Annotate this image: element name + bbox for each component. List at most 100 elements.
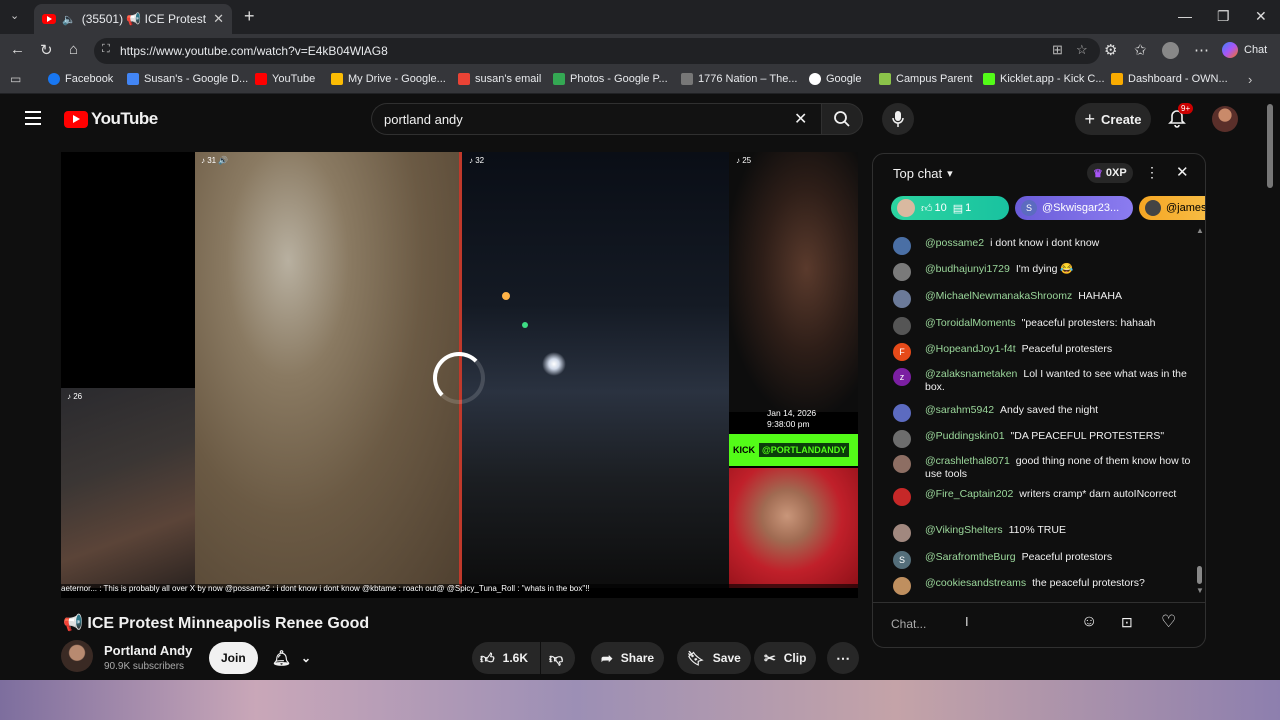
chat-author[interactable]: @VikingShelters xyxy=(925,524,1003,542)
copilot-chat-button[interactable]: Chat xyxy=(1222,42,1267,58)
video-panel-night-street xyxy=(462,152,729,588)
home-icon[interactable]: ⌂ xyxy=(69,41,78,58)
scroll-thumb[interactable] xyxy=(1197,566,1202,584)
search-input[interactable]: portland andy ✕ xyxy=(371,103,821,135)
chat-author[interactable]: @zalaksnametaken xyxy=(925,368,1017,380)
channel-avatar[interactable] xyxy=(61,640,93,672)
audio-speaker-icon[interactable]: 🔈 xyxy=(62,13,76,26)
account-avatar[interactable] xyxy=(1212,106,1238,132)
share-button[interactable]: ➦ Share xyxy=(591,642,665,674)
window-close-icon[interactable]: ✕ xyxy=(1255,8,1267,25)
more-actions-button[interactable]: ⋯ xyxy=(827,642,859,674)
favorite-star-icon[interactable]: ☆ xyxy=(1076,42,1088,58)
street-light xyxy=(522,322,528,328)
bookmark-item[interactable]: Google xyxy=(809,73,861,85)
new-tab-icon[interactable]: + xyxy=(244,6,255,27)
browser-tab-active[interactable]: 🔈 (35501) 📢 ICE Protest Minnea ✕ xyxy=(34,4,232,34)
chat-author[interactable]: @crashlethal8071 xyxy=(925,455,1010,467)
bookmarks-overflow-chevron-icon[interactable]: › xyxy=(1248,72,1252,87)
create-button[interactable]: + Create xyxy=(1075,103,1151,135)
chat-author[interactable]: @HopeandJoy1-f4t xyxy=(925,343,1016,361)
bookmark-item[interactable]: susan's email xyxy=(458,73,541,85)
chat-author[interactable]: @ToroidalMoments xyxy=(925,317,1016,335)
thumbs-up-icon: 👍︎ xyxy=(921,202,933,215)
page-scrollbar[interactable] xyxy=(1266,96,1274,678)
bookmark-item[interactable]: Kicklet.app - Kick C... xyxy=(983,73,1105,85)
reload-icon[interactable]: ↻ xyxy=(40,41,53,59)
notifications-button[interactable]: 9+ xyxy=(1168,103,1194,129)
pinned-chip[interactable]: @james xyxy=(1139,196,1205,220)
chat-author[interactable]: @budhajunyi1729 xyxy=(925,263,1010,281)
minimize-icon[interactable]: — xyxy=(1178,8,1192,24)
youtube-logo[interactable]: YouTube xyxy=(64,109,158,129)
chat-author[interactable]: @MichaelNewmanakaShroomz xyxy=(925,290,1072,308)
scroll-up-icon[interactable]: ▲ xyxy=(1196,226,1204,235)
chat-author[interactable]: @Fire_Captain202 xyxy=(925,488,1013,500)
reading-list-icon[interactable]: ▭ xyxy=(10,72,21,86)
emoji-icon[interactable]: ☺ xyxy=(1081,613,1097,631)
bookmark-item[interactable]: Dashboard - OWN... xyxy=(1111,73,1228,85)
video-player[interactable]: Jan 14, 2026 9:38:00 pm KICK @PORTLANDAN… xyxy=(61,152,858,598)
join-button[interactable]: Join xyxy=(209,642,258,674)
chat-message: @Fire_Captain202 writers cramp* darn auto… xyxy=(893,488,1193,506)
subscribe-notifications-button[interactable]: 🔔︎ ⌄ xyxy=(266,642,317,674)
scroll-down-icon[interactable]: ▼ xyxy=(1196,586,1204,595)
address-bar[interactable]: ⛶ https://www.youtube.com/watch?v=E4kB04… xyxy=(94,38,1100,64)
voice-search-button[interactable] xyxy=(882,103,914,135)
chat-author[interactable]: @Puddingskin01 xyxy=(925,430,1005,448)
google-photos-icon xyxy=(553,73,565,85)
save-button[interactable]: 🔖︎ Save xyxy=(677,642,751,674)
facebook-icon xyxy=(48,73,60,85)
create-label: Create xyxy=(1101,111,1142,127)
tiktok-count-value: 31 xyxy=(207,156,217,165)
tab-close-icon[interactable]: ✕ xyxy=(213,11,224,27)
hamburger-menu-icon[interactable] xyxy=(25,111,41,125)
chat-input-divider xyxy=(873,602,1205,603)
chat-mode-dropdown[interactable]: Top chat ▾ xyxy=(893,166,953,181)
extensions-icon[interactable]: ⚙ xyxy=(1104,41,1117,59)
bookmark-label: susan's email xyxy=(475,73,542,85)
user-avatar xyxy=(893,237,911,255)
chat-author[interactable]: @possame2 xyxy=(925,237,984,255)
bookmark-item[interactable]: Campus Parent xyxy=(879,73,972,85)
pinned-chip[interactable]: 👍︎ 10 ▤ 1 xyxy=(891,196,1009,220)
clear-search-icon[interactable]: ✕ xyxy=(794,109,807,129)
channel-name[interactable]: Portland Andy xyxy=(104,643,192,658)
xp-badge[interactable]: ♛ 0XP xyxy=(1087,163,1133,183)
browser-tab-bar: ⌄ 🔈 (35501) 📢 ICE Protest Minnea ✕ + — ❐… xyxy=(0,0,1280,34)
maximize-icon[interactable]: ❐ xyxy=(1217,8,1230,25)
clip-button[interactable]: ✂ Clip xyxy=(754,642,817,674)
site-info-icon[interactable]: ⛶ xyxy=(102,43,110,56)
bookmark-item[interactable]: Photos - Google P... xyxy=(553,73,668,85)
thumbs-down-icon: 👎︎ xyxy=(549,649,564,666)
bookmark-item[interactable]: Susan's - Google D... xyxy=(127,73,248,85)
bookmark-item[interactable]: My Drive - Google... xyxy=(331,73,446,85)
heart-icon[interactable]: ♡ xyxy=(1161,612,1176,632)
user-avatar xyxy=(893,524,911,542)
super-chat-icon[interactable]: ⊡ xyxy=(1121,614,1133,631)
chat-more-icon[interactable]: ⋮ xyxy=(1145,164,1159,181)
more-menu-icon[interactable]: ⋯ xyxy=(1194,41,1209,59)
user-avatar xyxy=(893,488,911,506)
chat-ticker: aeternor... : This is probably all over … xyxy=(61,584,858,598)
chat-author[interactable]: @SarafromtheBurg xyxy=(925,551,1016,569)
back-icon[interactable]: ← xyxy=(10,41,25,58)
bookmark-item[interactable]: 1776 Nation – The... xyxy=(681,73,797,85)
chat-close-icon[interactable]: ✕ xyxy=(1176,163,1189,181)
profile-avatar[interactable] xyxy=(1162,42,1179,59)
pinned-chip[interactable]: S @Skwisgar23... xyxy=(1015,196,1133,220)
search-button[interactable] xyxy=(821,103,863,135)
bookmark-item[interactable]: YouTube xyxy=(255,73,315,85)
tab-list-chevron-icon[interactable]: ⌄ xyxy=(10,9,19,22)
chat-message: @ToroidalMoments "peaceful protesters: ha… xyxy=(893,317,1193,335)
chat-author[interactable]: @cookiesandstreams xyxy=(925,577,1026,595)
chat-scrollbar[interactable]: ▲ ▼ xyxy=(1196,226,1204,596)
favorites-icon[interactable]: ✩ xyxy=(1134,41,1147,59)
chat-input[interactable]: Chat... xyxy=(891,612,1091,636)
like-button[interactable]: 👍︎ 1.6K xyxy=(472,642,540,674)
dislike-button[interactable]: 👎︎ xyxy=(541,642,575,674)
chat-author[interactable]: @sarahm5942 xyxy=(925,404,994,422)
apps-icon[interactable]: ⊞ xyxy=(1052,42,1063,58)
bookmark-item[interactable]: Facebook xyxy=(48,73,113,85)
page-scroll-thumb[interactable] xyxy=(1267,104,1273,188)
